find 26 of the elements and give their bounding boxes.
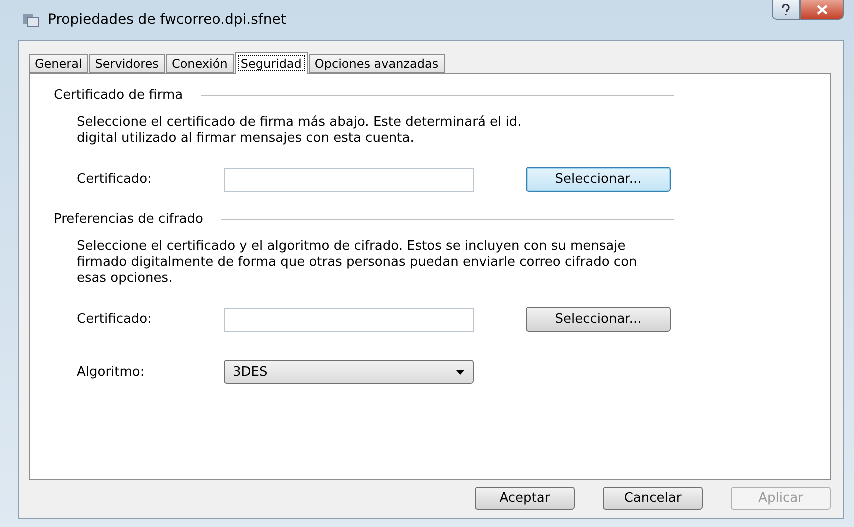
certificate-field[interactable] bbox=[224, 308, 474, 332]
section-description: Seleccione el certificado y el algoritmo de cifrado. Estos se incluyen con su mensaje firmado digitalmente de forma que otras personas puedan enviarle correo cifrado con esas opciones. bbox=[77, 239, 638, 287]
section-title: Preferencias de cifrado bbox=[54, 212, 204, 227]
tab[interactable]: Seguridad bbox=[234, 52, 308, 74]
tab[interactable]: Conexión bbox=[166, 54, 234, 73]
close-button[interactable] bbox=[800, 0, 844, 20]
tab[interactable]: Servidores bbox=[89, 54, 165, 73]
section-title: Certificado de firma bbox=[54, 88, 184, 103]
algorithm-dropdown[interactable]: 3DES bbox=[224, 360, 474, 384]
help-icon bbox=[781, 4, 791, 16]
app-icon bbox=[22, 12, 40, 28]
dropdown-arrow-icon bbox=[456, 370, 465, 374]
dialog-button[interactable]: Cancelar bbox=[603, 487, 703, 510]
section-description: Seleccione el certificado de firma más abajo. Este determinará el id. digital utilizado al firmar mensajes con esta cuenta. bbox=[77, 115, 523, 147]
field-label: Algoritmo: bbox=[77, 364, 146, 380]
close-icon bbox=[816, 4, 828, 14]
tab[interactable]: General bbox=[29, 54, 88, 73]
field-label: Certificado: bbox=[77, 172, 154, 187]
select-button[interactable]: Seleccionar... bbox=[526, 307, 671, 332]
window-title: Propiedades de fwcorreo.dpi.sfnet bbox=[48, 12, 286, 28]
tab[interactable]: Opciones avanzadas bbox=[308, 54, 445, 73]
field-label: Certificado: bbox=[77, 312, 154, 327]
certificate-field[interactable] bbox=[224, 168, 474, 192]
dialog-button[interactable]: Aceptar bbox=[475, 487, 575, 510]
select-button[interactable]: Seleccionar... bbox=[526, 167, 671, 192]
help-button[interactable] bbox=[772, 0, 800, 20]
